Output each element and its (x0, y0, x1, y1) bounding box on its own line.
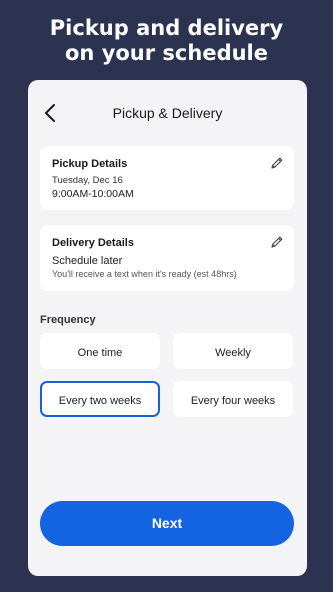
pickup-details-title: Pickup Details (52, 158, 128, 170)
edit-delivery-button[interactable] (270, 235, 284, 249)
headline-line-2: on your schedule (65, 41, 268, 65)
nav-bar: Pickup & Delivery (28, 80, 307, 148)
pickup-date: Tuesday, Dec 16 (52, 175, 123, 186)
page-title: Pickup & Delivery (112, 105, 223, 121)
delivery-status: Schedule later (52, 255, 123, 267)
frequency-option-every-four-weeks[interactable]: Every four weeks (173, 381, 293, 417)
frequency-option-every-two-weeks[interactable]: Every two weeks (40, 381, 160, 417)
frequency-label: Frequency (40, 314, 96, 326)
headline-line-1: Pickup and delivery (49, 16, 284, 40)
frequency-option-one-time[interactable]: One time (40, 333, 160, 369)
frequency-option-weekly[interactable]: Weekly (173, 333, 293, 369)
edit-pickup-button[interactable] (270, 156, 284, 170)
pencil-icon (271, 236, 283, 248)
headline: Pickup and delivery on your schedule (0, 16, 333, 66)
delivery-details-card[interactable]: Delivery Details Schedule later You'll r… (40, 225, 294, 291)
pickup-time: 9:00AM-10:00AM (52, 188, 134, 200)
delivery-note: You'll receive a text when it's ready (e… (52, 269, 237, 279)
next-button[interactable]: Next (40, 501, 294, 546)
app-screen: Pickup & Delivery Pickup Details Tuesday… (28, 80, 307, 576)
pencil-icon (271, 157, 283, 169)
delivery-details-title: Delivery Details (52, 237, 134, 249)
pickup-details-card[interactable]: Pickup Details Tuesday, Dec 16 9:00AM-10… (40, 146, 294, 210)
